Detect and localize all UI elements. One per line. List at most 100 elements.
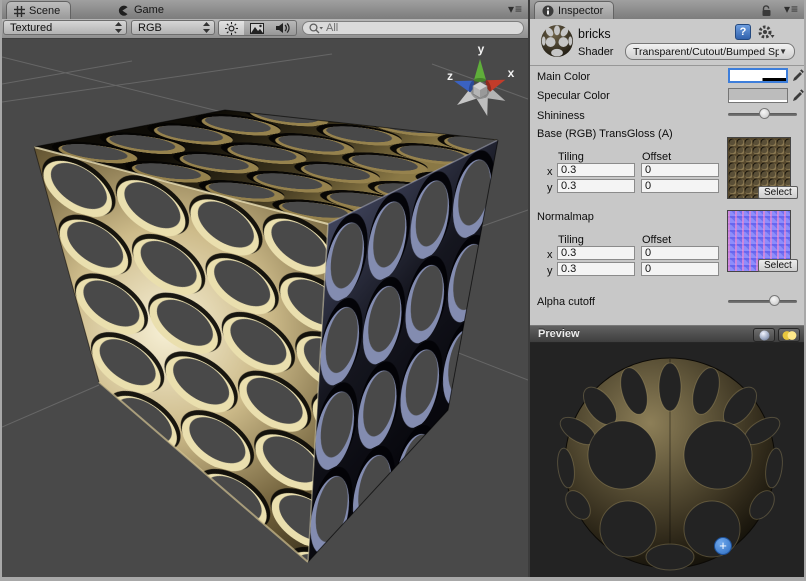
tab-inspector-label: Inspector bbox=[558, 5, 603, 17]
chevron-down-icon: ▾ bbox=[784, 4, 790, 14]
help-question-glyph: ? bbox=[740, 26, 747, 38]
material-thumbnail[interactable] bbox=[540, 24, 574, 63]
menu-lines-icon: ≡ bbox=[791, 4, 798, 14]
gear-icon[interactable] bbox=[757, 24, 775, 45]
base-tiling-y-input[interactable] bbox=[557, 179, 635, 193]
sphere-icon bbox=[759, 330, 770, 341]
panel-splitter[interactable] bbox=[528, 0, 530, 577]
normal-y-row-label: y bbox=[547, 265, 553, 277]
chevron-down-icon bbox=[771, 35, 775, 38]
preview-lighting-button[interactable] bbox=[778, 328, 800, 342]
tab-inspector[interactable]: Inspector bbox=[534, 1, 614, 20]
base-tiling-x-input[interactable] bbox=[557, 163, 635, 177]
info-icon bbox=[542, 5, 554, 17]
base-offset-header: Offset bbox=[642, 151, 671, 163]
shader-value: Transparent/Cutout/Bumped Spe bbox=[633, 46, 779, 58]
skybox-toggle-button[interactable] bbox=[244, 20, 271, 36]
normal-tiling-x-input[interactable] bbox=[557, 246, 635, 260]
specular-color-eyedropper-icon[interactable] bbox=[792, 89, 804, 107]
scene-viewport[interactable]: y x z bbox=[2, 39, 528, 577]
shininess-slider[interactable] bbox=[728, 108, 797, 120]
gizmo-z-label: z bbox=[447, 69, 453, 83]
image-icon bbox=[250, 23, 264, 34]
slider-knob[interactable] bbox=[769, 295, 780, 306]
inspector-tabstrip: Inspector ▾≡ bbox=[530, 0, 804, 20]
normal-offset-header: Offset bbox=[642, 234, 671, 246]
base-x-row-label: x bbox=[547, 166, 553, 178]
plus-glyph: + bbox=[719, 538, 727, 553]
base-offset-x-input[interactable] bbox=[641, 163, 719, 177]
normal-tiling-header: Tiling bbox=[558, 234, 584, 246]
alpha-cutoff-label: Alpha cutoff bbox=[537, 296, 595, 308]
window-frame-bottom bbox=[0, 577, 806, 581]
base-offset-y-input[interactable] bbox=[641, 179, 719, 193]
main-color-swatch[interactable] bbox=[728, 68, 788, 83]
specular-color-swatch[interactable] bbox=[728, 88, 788, 103]
unity-editor-window: Scene Game ▾≡ Textured RGB bbox=[0, 0, 806, 581]
search-filter-label: All bbox=[326, 22, 338, 34]
scene-orientation-gizmo[interactable]: y x z bbox=[447, 42, 515, 118]
normalmap-select-button[interactable]: Select bbox=[758, 259, 798, 272]
material-preview-area[interactable]: + bbox=[530, 343, 804, 577]
gizmo-center-cube[interactable] bbox=[473, 82, 487, 98]
updown-arrows-icon bbox=[203, 22, 210, 33]
shininess-label: Shininess bbox=[537, 110, 585, 122]
normal-offset-x-input[interactable] bbox=[641, 246, 719, 260]
scene-panel-menu-icon[interactable]: ▾≡ bbox=[508, 4, 522, 14]
add-button[interactable]: + bbox=[714, 537, 732, 555]
color-mode-dropdown[interactable]: RGB bbox=[131, 20, 215, 35]
gizmo-y-label: y bbox=[478, 42, 485, 56]
two-spheres-icon bbox=[782, 330, 797, 341]
scene-tabstrip: Scene Game ▾≡ bbox=[2, 0, 528, 20]
base-texture-label: Base (RGB) TransGloss (A) bbox=[537, 128, 673, 140]
preview-sphere-render bbox=[530, 343, 804, 577]
render-mode-dropdown[interactable]: Textured bbox=[3, 20, 127, 35]
shader-label: Shader bbox=[578, 46, 613, 58]
audio-toggle-button[interactable] bbox=[270, 20, 297, 36]
alpha-indicator-strip bbox=[730, 78, 786, 81]
gizmo-y-axis-cone[interactable] bbox=[474, 59, 486, 82]
normal-offset-y-input[interactable] bbox=[641, 262, 719, 276]
sun-icon bbox=[225, 22, 238, 35]
inspector-panel: Inspector ▾≡ bbox=[530, 0, 804, 577]
menu-lines-icon: ≡ bbox=[515, 4, 522, 14]
tab-scene[interactable]: Scene bbox=[6, 1, 71, 20]
chevron-down-icon: ▾ bbox=[508, 4, 514, 14]
slider-knob[interactable] bbox=[759, 108, 770, 119]
game-icon bbox=[117, 4, 130, 17]
gizmo-x-label: x bbox=[508, 66, 515, 80]
main-color-eyedropper-icon[interactable] bbox=[792, 69, 804, 87]
shader-dropdown[interactable]: Transparent/Cutout/Bumped Spe ▼ bbox=[625, 43, 795, 60]
lighting-toggle-button[interactable] bbox=[218, 20, 245, 36]
base-texture-select-button[interactable]: Select bbox=[758, 186, 798, 199]
base-y-row-label: y bbox=[547, 182, 553, 194]
search-icon bbox=[309, 23, 323, 34]
preview-header[interactable]: Preview bbox=[530, 325, 804, 343]
chevron-down-icon: ▼ bbox=[779, 47, 787, 56]
slider-track[interactable] bbox=[728, 300, 797, 303]
help-icon[interactable]: ? bbox=[735, 24, 751, 40]
select-button-label: Select bbox=[764, 260, 792, 271]
scene-cube-object[interactable] bbox=[34, 110, 498, 562]
alpha-cutoff-slider[interactable] bbox=[728, 295, 797, 307]
normalmap-label: Normalmap bbox=[537, 211, 594, 223]
specular-color-label: Specular Color bbox=[537, 90, 610, 102]
updown-arrows-icon bbox=[115, 22, 122, 33]
inspector-panel-menu-icon[interactable]: ▾≡ bbox=[784, 4, 798, 14]
normal-tiling-y-input[interactable] bbox=[557, 262, 635, 276]
preview-title: Preview bbox=[538, 328, 580, 340]
alpha-indicator-strip bbox=[729, 100, 787, 102]
tab-game-label: Game bbox=[134, 4, 164, 16]
main-color-label: Main Color bbox=[537, 71, 590, 83]
tab-game[interactable]: Game bbox=[110, 1, 174, 19]
color-mode-value: RGB bbox=[138, 22, 162, 34]
window-frame-left bbox=[0, 0, 2, 581]
render-mode-value: Textured bbox=[10, 22, 52, 34]
search-field[interactable]: All bbox=[302, 21, 524, 35]
scene-3d-canvas: y x z bbox=[2, 39, 528, 577]
select-button-label: Select bbox=[764, 187, 792, 198]
scene-grid-icon bbox=[14, 6, 25, 17]
speaker-icon bbox=[276, 22, 290, 34]
scene-panel: Scene Game ▾≡ Textured RGB bbox=[2, 0, 528, 577]
preview-sphere-button[interactable] bbox=[753, 328, 775, 342]
